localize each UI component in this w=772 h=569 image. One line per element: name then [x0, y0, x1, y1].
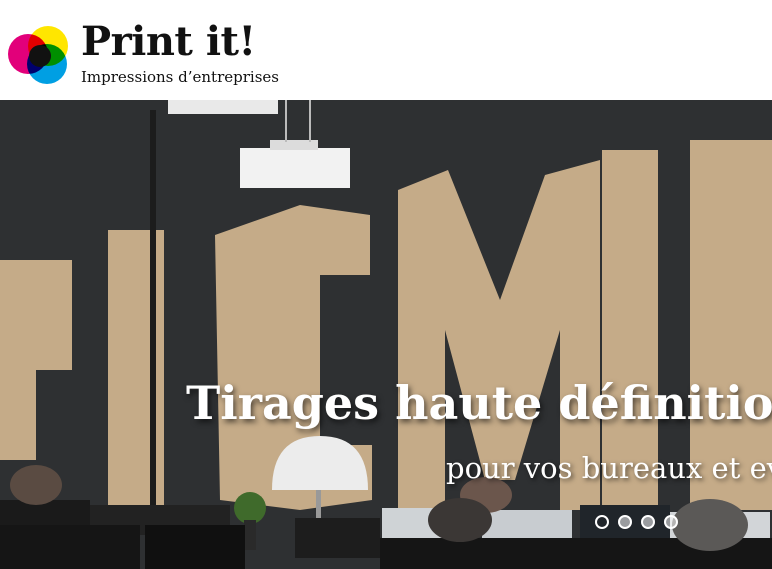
carousel-dots — [595, 515, 678, 531]
hero-subtitle: pour vos bureaux et eve — [446, 451, 772, 485]
hero-office-photo — [0, 100, 772, 569]
hero-title: Tirages haute définition d — [186, 376, 772, 430]
print-it-logo[interactable] — [8, 24, 70, 86]
brand-title[interactable]: Print it! — [81, 20, 256, 64]
carousel-dot-4[interactable] — [664, 515, 678, 529]
carousel-dot-2[interactable] — [618, 515, 632, 529]
brand-subtitle: Impressions d’entreprises — [81, 68, 279, 86]
site-header: Print it! Impressions d’entreprises — [0, 0, 772, 100]
carousel-dot-1[interactable] — [595, 515, 609, 529]
carousel-dot-3[interactable] — [641, 515, 655, 529]
hero-banner: Tirages haute définition d pour vos bure… — [0, 100, 772, 569]
logo-black-circle — [29, 45, 51, 67]
